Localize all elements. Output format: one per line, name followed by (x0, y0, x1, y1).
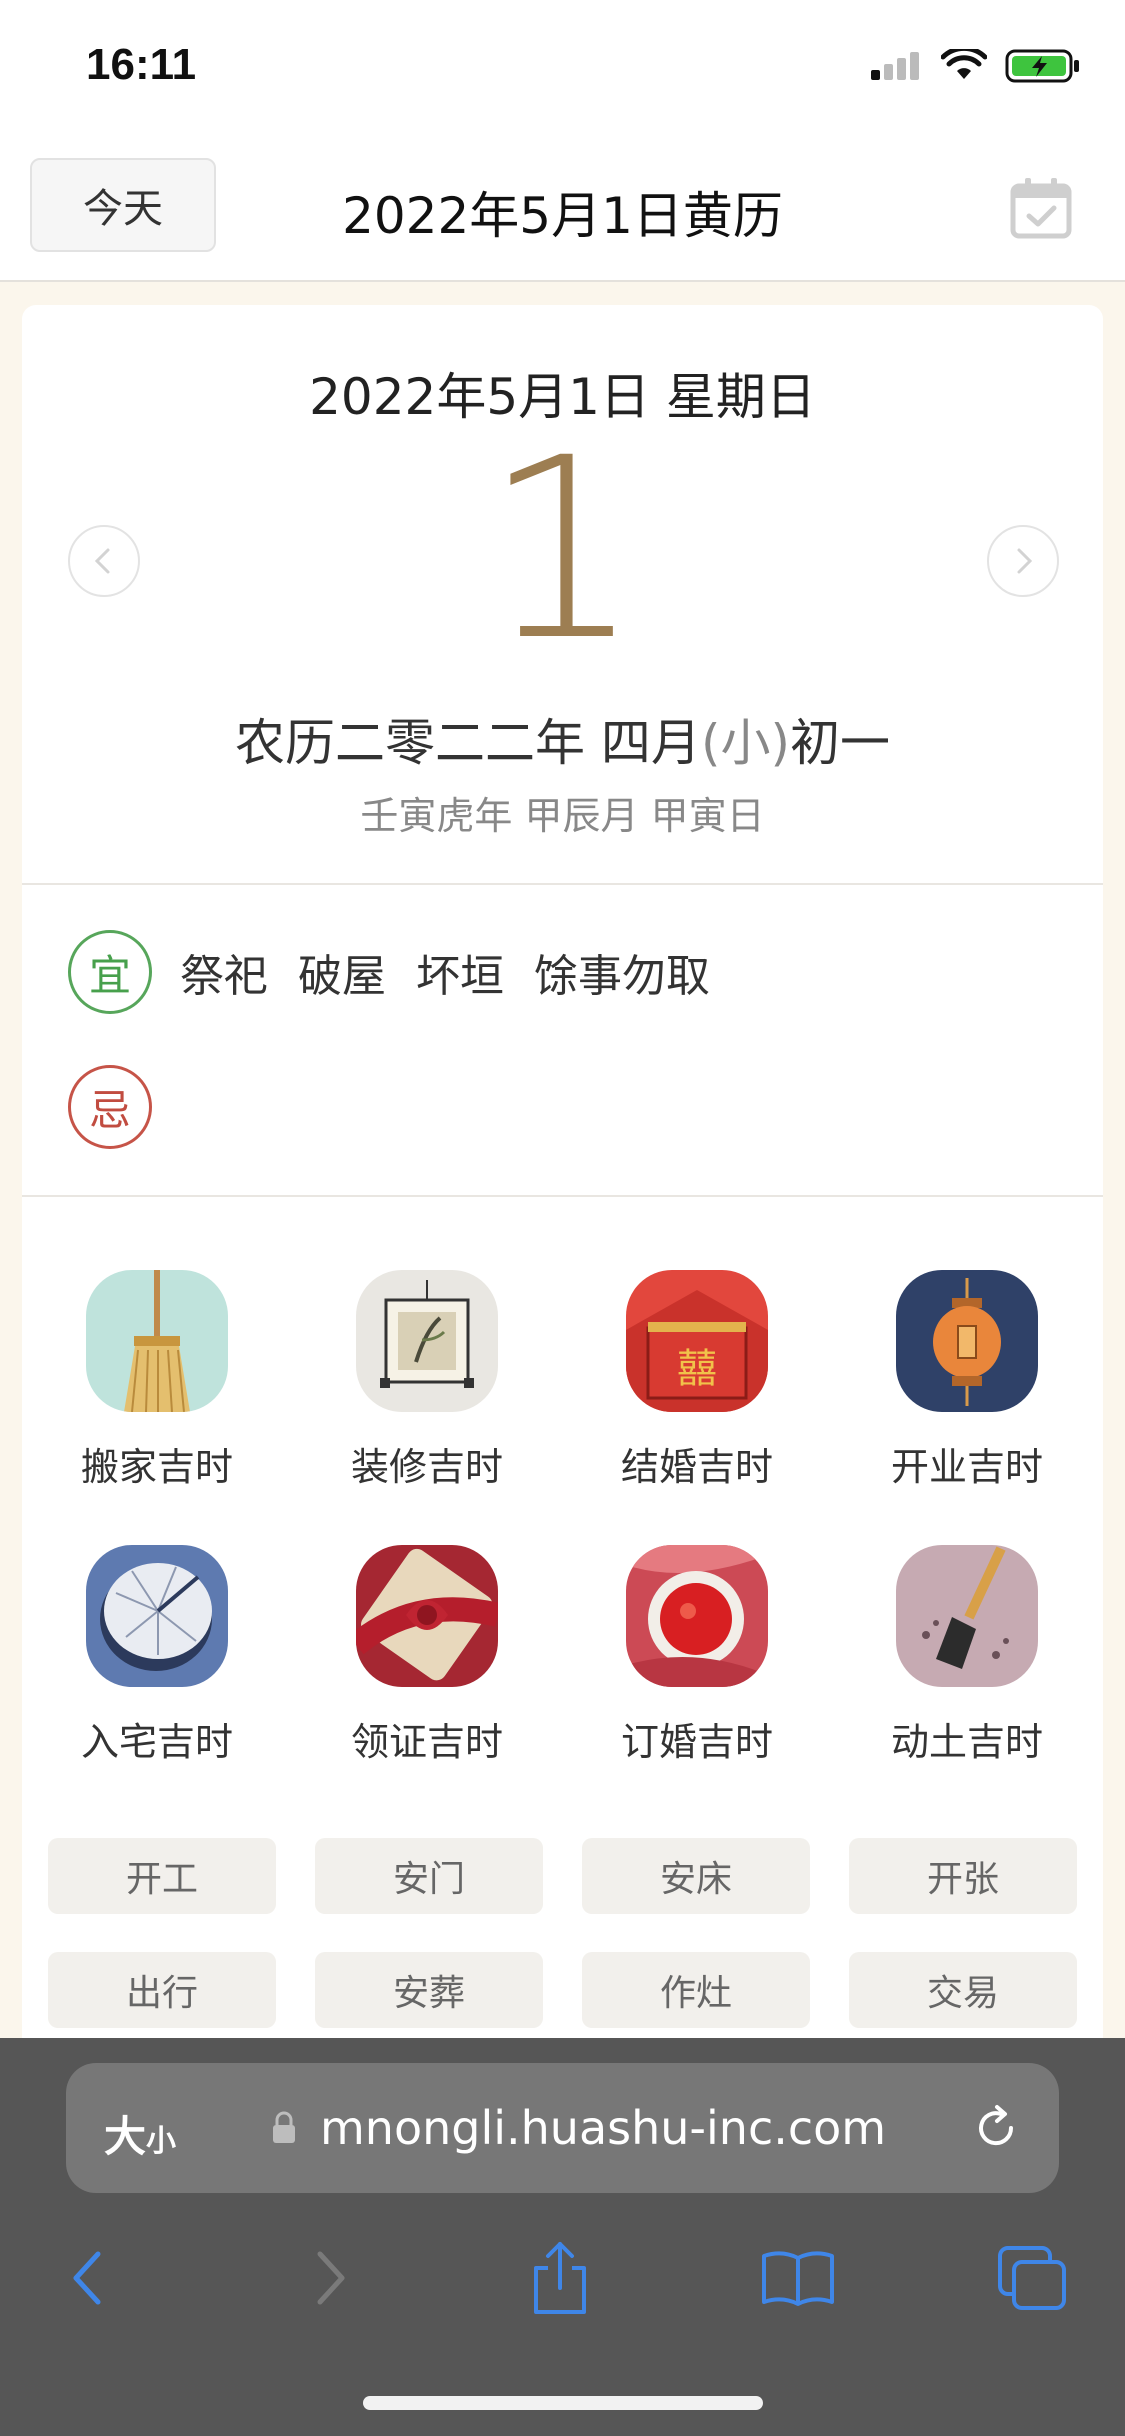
yi-row: 宜 祭祀 破屋 坏垣 馀事勿取 (68, 930, 710, 1014)
text-size-small: 小 (146, 2124, 177, 2159)
status-time: 16:11 (86, 40, 197, 89)
move-in-time-item[interactable]: 入宅吉时 (22, 1545, 292, 1766)
page-title: 2022年5月1日黄历 (342, 187, 783, 245)
activity-tag[interactable]: 交易 (849, 1952, 1077, 2028)
reload-icon[interactable] (971, 2103, 1021, 2153)
previous-day-button[interactable] (68, 525, 140, 597)
activity-tag[interactable]: 出行 (48, 1952, 276, 2028)
yi-item: 祭祀 (180, 951, 268, 1002)
home-indicator (363, 2396, 763, 2410)
double-happiness-icon: 囍 (626, 1270, 768, 1412)
yi-badge: 宜 (68, 930, 152, 1014)
moving-time-item[interactable]: 搬家吉时 (22, 1270, 292, 1491)
renovation-time-label: 装修吉时 (350, 1445, 503, 1489)
business-opening-time-item[interactable]: 开业吉时 (832, 1270, 1102, 1491)
lantern-icon (896, 1270, 1038, 1412)
scroll-painting-icon (356, 1270, 498, 1412)
chevron-left-icon (73, 2251, 101, 2305)
text-size-big: 大 (104, 2112, 147, 2161)
broom-icon (86, 1270, 228, 1412)
divider (22, 883, 1103, 885)
yi-item: 破屋 (298, 951, 386, 1002)
bookmarks-button[interactable] (758, 2238, 838, 2318)
shovel-icon (896, 1545, 1038, 1687)
yi-items: 祭祀 破屋 坏垣 馀事勿取 (180, 940, 710, 1004)
lunar-day: 初一 (789, 714, 890, 772)
wifi-icon (941, 49, 987, 79)
wedding-time-item[interactable]: 囍 结婚吉时 (562, 1270, 832, 1491)
share-button[interactable] (520, 2238, 600, 2318)
address-bar[interactable]: 大小 mnongli.huashu-inc.com (66, 2063, 1059, 2193)
svg-text:囍: 囍 (677, 1346, 717, 1392)
activity-tag[interactable]: 开工 (48, 1838, 276, 1914)
marriage-certificate-time-label: 领证吉时 (350, 1720, 503, 1764)
forward-button[interactable] (290, 2238, 370, 2318)
tabs-icon (998, 2246, 1066, 2310)
calendar-icon[interactable] (1009, 176, 1073, 240)
business-opening-time-label: 开业吉时 (890, 1445, 1043, 1489)
lock-icon (273, 2111, 295, 2143)
page: 16:11 今天 2022年5月1日黄历 2022年5月1日 星期日 1 农历二… (0, 0, 1125, 2436)
cellular-signal-icon (871, 52, 919, 80)
text-size-button[interactable]: 大小 (104, 2103, 176, 2164)
lunar-month-size: (小) (700, 714, 790, 772)
tabs-button[interactable] (992, 2238, 1072, 2318)
battery-charging-icon (1005, 49, 1079, 83)
certificate-ribbon-icon (356, 1545, 498, 1687)
wedding-time-label: 结婚吉时 (620, 1445, 773, 1489)
ji-row: 忌 (68, 1065, 152, 1149)
chevron-right-icon (317, 2251, 345, 2305)
status-bar: 16:11 (0, 0, 1125, 140)
ji-badge: 忌 (68, 1065, 152, 1149)
engagement-time-item[interactable]: 订婚吉时 (562, 1545, 832, 1766)
url-text: mnongli.huashu-inc.com (320, 2101, 887, 2155)
back-button[interactable] (48, 2238, 128, 2318)
move-in-time-label: 入宅吉时 (80, 1720, 233, 1764)
day-number: 1 (482, 404, 643, 695)
tea-cup-icon (626, 1545, 768, 1687)
activity-tag[interactable]: 开张 (849, 1838, 1077, 1914)
divider (22, 1195, 1103, 1197)
groundbreaking-time-label: 动土吉时 (890, 1720, 1043, 1764)
sundial-icon (86, 1545, 228, 1687)
moving-time-label: 搬家吉时 (80, 1445, 233, 1489)
activity-tag[interactable]: 作灶 (582, 1952, 810, 2028)
header: 今天 2022年5月1日黄历 (0, 140, 1125, 282)
activity-tag[interactable]: 安床 (582, 1838, 810, 1914)
status-icons (869, 48, 1081, 84)
engagement-time-label: 订婚吉时 (620, 1720, 773, 1764)
yi-item: 坏垣 (416, 951, 504, 1002)
share-icon (534, 2242, 586, 2314)
activity-tag[interactable]: 安门 (315, 1838, 543, 1914)
almanac-card: 2022年5月1日 星期日 1 农历二零二二年 四月(小)初一 壬寅虎年 甲辰月… (22, 305, 1103, 2125)
activity-tag[interactable]: 安葬 (315, 1952, 543, 2028)
chevron-right-icon (1017, 548, 1033, 574)
lunar-date-prefix: 农历二零二二年 四月 (235, 714, 701, 772)
chevron-left-icon (94, 548, 110, 574)
marriage-certificate-time-item[interactable]: 领证吉时 (292, 1545, 562, 1766)
book-icon (762, 2251, 834, 2306)
renovation-time-item[interactable]: 装修吉时 (292, 1270, 562, 1491)
lunar-date: 农历二零二二年 四月(小)初一 (22, 703, 1103, 775)
next-day-button[interactable] (987, 525, 1059, 597)
groundbreaking-time-item[interactable]: 动土吉时 (832, 1545, 1102, 1766)
yi-item: 馀事勿取 (534, 951, 710, 1002)
browser-toolbar: 大小 mnongli.huashu-inc.com (0, 2038, 1125, 2436)
ganzhi-date: 壬寅虎年 甲辰月 甲寅日 (360, 794, 765, 838)
